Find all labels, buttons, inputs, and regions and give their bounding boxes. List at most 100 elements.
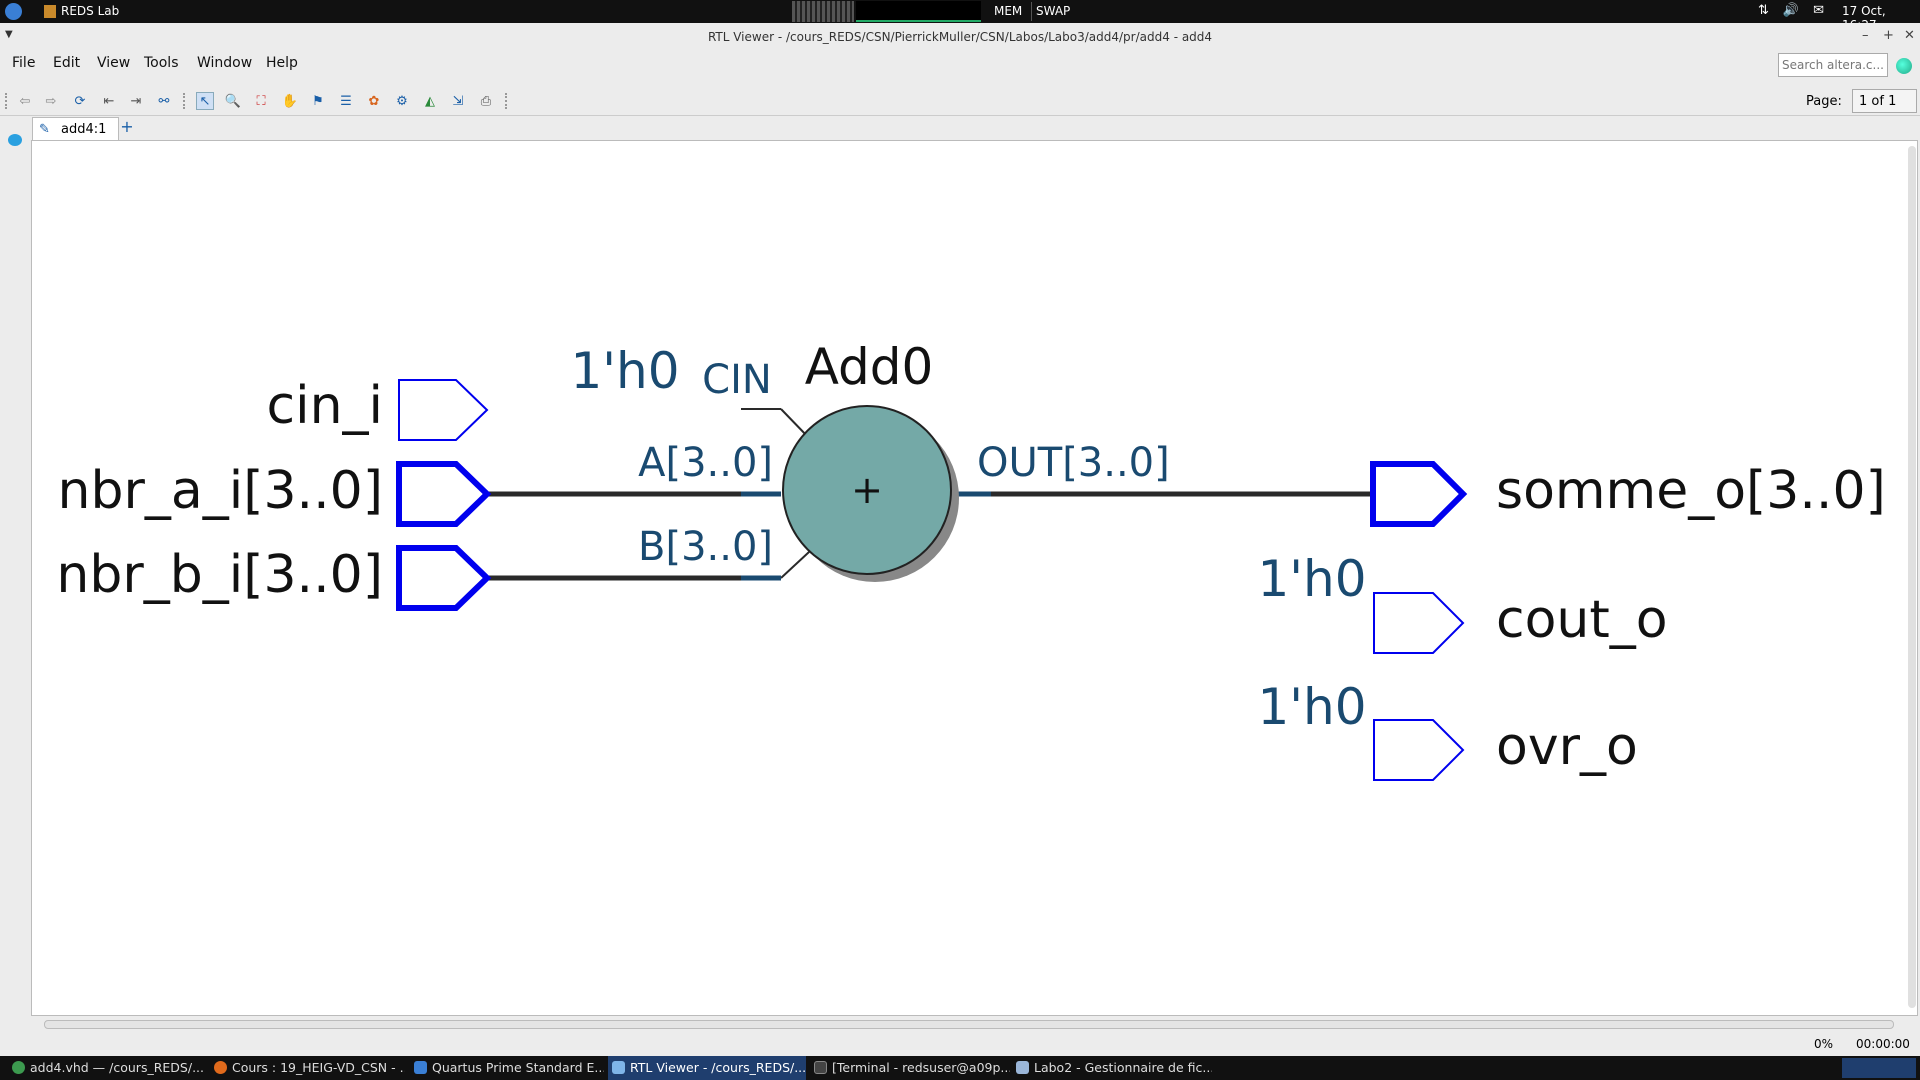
out-port-label: OUT[3..0] — [977, 440, 1170, 486]
task-rtl-viewer[interactable]: RTL Viewer - /cours_REDS/... — [608, 1056, 806, 1080]
pin-ovr-o[interactable] — [1373, 719, 1465, 781]
task-label: add4.vhd — /cours_REDS/... — [30, 1060, 204, 1075]
pin-a-label: nbr_a_i[3..0] — [58, 461, 383, 521]
expand-icon[interactable]: ⇥ — [127, 92, 145, 110]
quartus-icon — [414, 1061, 427, 1074]
print-icon[interactable]: ⎙ — [477, 92, 495, 110]
menu-help[interactable]: Help — [266, 55, 298, 71]
pin-cout-label: cout_o — [1496, 590, 1668, 650]
task-label: Labo2 - Gestionnaire de fic... — [1034, 1060, 1212, 1075]
menu-file[interactable]: File — [12, 55, 35, 71]
collapse-icon[interactable]: ⇤ — [100, 92, 118, 110]
task-label: Quartus Prime Standard E... — [432, 1060, 604, 1075]
tab-bar: ✎ add4:1 + — [30, 116, 1920, 140]
app-launcher[interactable]: REDS Lab — [44, 4, 119, 18]
schematic-diagram: + Add0 1'h0 CIN A[3..0] B[3..0] OUT[3..0… — [56, 338, 1886, 781]
adder-symbol: + — [851, 468, 883, 512]
b-port-label: B[3..0] — [638, 524, 773, 570]
network-monitor — [856, 1, 981, 22]
toolbar-grip — [183, 93, 185, 109]
settings-icon[interactable]: ⚙ — [393, 92, 411, 110]
pin-b-label: nbr_b_i[3..0] — [56, 545, 383, 605]
distro-menu-icon[interactable] — [5, 3, 22, 20]
toolbar-grip[interactable] — [5, 93, 7, 109]
add-tab-button[interactable]: + — [116, 117, 138, 139]
pin-cin-i[interactable] — [398, 379, 489, 441]
pin-cout-o[interactable] — [1373, 592, 1465, 654]
toolbar: ⇦ ⇨ ⟳ ⇤ ⇥ ⚯ ↖ 🔍 ⛶ ✋ ⚑ ☰ ✿ ⚙ ◭ ⇲ ⎙ Page: … — [0, 86, 1920, 116]
volume-icon[interactable]: 🔊 — [1783, 3, 1799, 18]
pin-nbr-b-i[interactable] — [396, 545, 492, 611]
refresh-icon[interactable]: ⟳ — [71, 92, 89, 110]
mail-icon[interactable]: ✉ — [1813, 3, 1824, 18]
window-title: RTL Viewer - /cours_REDS/CSN/PierrickMul… — [707, 30, 1213, 44]
task-label: Cours : 19_HEIG-VD_CSN - ... — [232, 1060, 405, 1075]
pin-nbr-a-i[interactable] — [396, 461, 492, 527]
back-icon[interactable]: ⇦ — [16, 92, 34, 110]
pin-somme-o[interactable] — [1370, 461, 1468, 527]
vertical-scrollbar[interactable] — [1908, 146, 1916, 1008]
task-firefox[interactable]: Cours : 19_HEIG-VD_CSN - ... — [210, 1056, 405, 1080]
horizontal-scrollbar[interactable] — [44, 1020, 1894, 1029]
tab-add4[interactable]: ✎ add4:1 — [32, 117, 119, 140]
message-icon[interactable] — [8, 134, 22, 146]
app-icon — [44, 4, 56, 18]
network-icon[interactable]: ⇅ — [1758, 3, 1769, 18]
search-input[interactable]: Search altera.c... — [1778, 53, 1888, 77]
toolbar-grip — [505, 93, 507, 109]
page-spinbox[interactable]: 1 of 1 — [1852, 89, 1917, 113]
page-label: Page: — [1806, 94, 1842, 109]
bookmark-icon[interactable]: ⚑ — [309, 92, 327, 110]
task-label: RTL Viewer - /cours_REDS/... — [630, 1060, 806, 1075]
panel-separator — [1031, 2, 1032, 21]
select-tool-icon[interactable]: ↖ — [196, 92, 214, 110]
maximize-button[interactable]: + — [1883, 28, 1894, 43]
task-quartus[interactable]: Quartus Prime Standard E... — [410, 1056, 604, 1080]
app-name: REDS Lab — [61, 4, 120, 18]
task-editor[interactable]: add4.vhd — /cours_REDS/... — [8, 1056, 205, 1080]
status-bar: 0% 00:00:00 — [0, 1032, 1920, 1056]
pin-ovr-label: ovr_o — [1496, 717, 1638, 777]
task-file-manager[interactable]: Labo2 - Gestionnaire de fic... — [1012, 1056, 1212, 1080]
mem-label: MEM — [994, 4, 1023, 18]
fit-window-icon[interactable]: ⛶ — [252, 92, 270, 110]
ovr-const-label: 1'h0 — [1257, 678, 1366, 736]
editor-icon — [12, 1061, 25, 1074]
task-label: [Terminal - redsuser@a09p... — [832, 1060, 1010, 1075]
filter-icon[interactable]: ◭ — [421, 92, 439, 110]
task-terminal[interactable]: [Terminal - redsuser@a09p... — [810, 1056, 1010, 1080]
cout-const-label: 1'h0 — [1257, 550, 1366, 608]
netlist-icon[interactable]: ✿ — [365, 92, 383, 110]
terminal-icon — [814, 1061, 827, 1074]
system-tray: ⇅ 🔊 ✉ — [1758, 3, 1824, 18]
elapsed-time: 00:00:00 — [1856, 1037, 1910, 1051]
globe-icon[interactable] — [1896, 58, 1912, 74]
show-desktop-button[interactable] — [1842, 1058, 1916, 1078]
cpu-monitor — [792, 1, 854, 22]
forward-icon[interactable]: ⇨ — [42, 92, 60, 110]
wire-b-diag — [780, 551, 810, 579]
folder-icon — [1016, 1061, 1029, 1074]
taskbar: add4.vhd — /cours_REDS/... Cours : 19_HE… — [0, 1056, 1920, 1080]
export-icon[interactable]: ⇲ — [449, 92, 467, 110]
rtl-viewer-icon: ✎ — [39, 122, 50, 137]
hand-icon[interactable]: ✋ — [281, 92, 299, 110]
menu-window[interactable]: Window — [197, 55, 252, 71]
window-titlebar: ▼ RTL Viewer - /cours_REDS/CSN/PierrickM… — [0, 23, 1920, 51]
minimize-button[interactable]: – — [1862, 28, 1869, 43]
hierarchy-icon[interactable]: ☰ — [337, 92, 355, 110]
cin-const-label: 1'h0 — [570, 342, 679, 400]
tab-label: add4:1 — [61, 122, 107, 137]
pin-cin-label: cin_i — [267, 376, 383, 436]
menu-edit[interactable]: Edit — [53, 55, 80, 71]
menu-tools[interactable]: Tools — [144, 55, 179, 71]
swap-label: SWAP — [1036, 4, 1071, 18]
binoculars-icon[interactable]: ⚯ — [155, 92, 173, 110]
menu-view[interactable]: View — [97, 55, 130, 71]
menu-bar: File Edit View Tools Window Help Search … — [0, 51, 1920, 77]
zoom-icon[interactable]: 🔍 — [224, 92, 242, 110]
close-button[interactable]: ✕ — [1904, 28, 1915, 43]
left-strip — [0, 116, 30, 1054]
top-panel: REDS Lab MEM SWAP ⇅ 🔊 ✉ 17 Oct, 16:27 — [0, 0, 1920, 32]
a-port-label: A[3..0] — [638, 440, 773, 486]
